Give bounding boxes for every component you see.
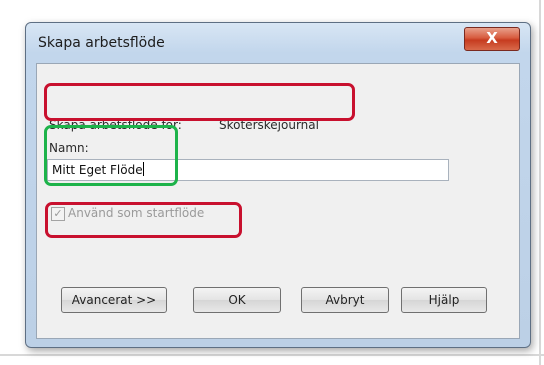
name-field[interactable]: Mitt Eget Flöde — [47, 159, 449, 181]
advanced-button[interactable]: Avancerat >> — [61, 287, 167, 313]
screenshot-canvas: Skapa arbetsflöde X Skapa arbetsflöde fö… — [0, 0, 544, 365]
close-button[interactable]: X — [464, 27, 520, 51]
ok-button[interactable]: OK — [193, 287, 281, 313]
create-workflow-dialog: Skapa arbetsflöde X Skapa arbetsflöde fö… — [25, 22, 531, 348]
help-button[interactable]: Hjälp — [401, 287, 487, 313]
checkmark-icon: ✓ — [53, 207, 63, 220]
name-label: Namn: — [49, 141, 89, 155]
name-field-value: Mitt Eget Flöde — [52, 163, 143, 177]
background-divider-line — [539, 0, 541, 365]
create-for-value: Sköterskejournal — [219, 118, 319, 132]
dialog-title: Skapa arbetsflöde — [38, 35, 165, 51]
cancel-button[interactable]: Avbryt — [301, 287, 389, 313]
create-for-label: Skapa arbetsflöde för: — [49, 118, 182, 132]
use-as-start-label: Använd som startflöde — [68, 206, 205, 220]
background-bottom-line — [0, 354, 544, 356]
use-as-start-checkbox[interactable]: ✓ — [51, 207, 65, 221]
dialog-client-area: Skapa arbetsflöde för: Sköterskejournal … — [36, 63, 520, 339]
text-caret — [142, 162, 144, 176]
